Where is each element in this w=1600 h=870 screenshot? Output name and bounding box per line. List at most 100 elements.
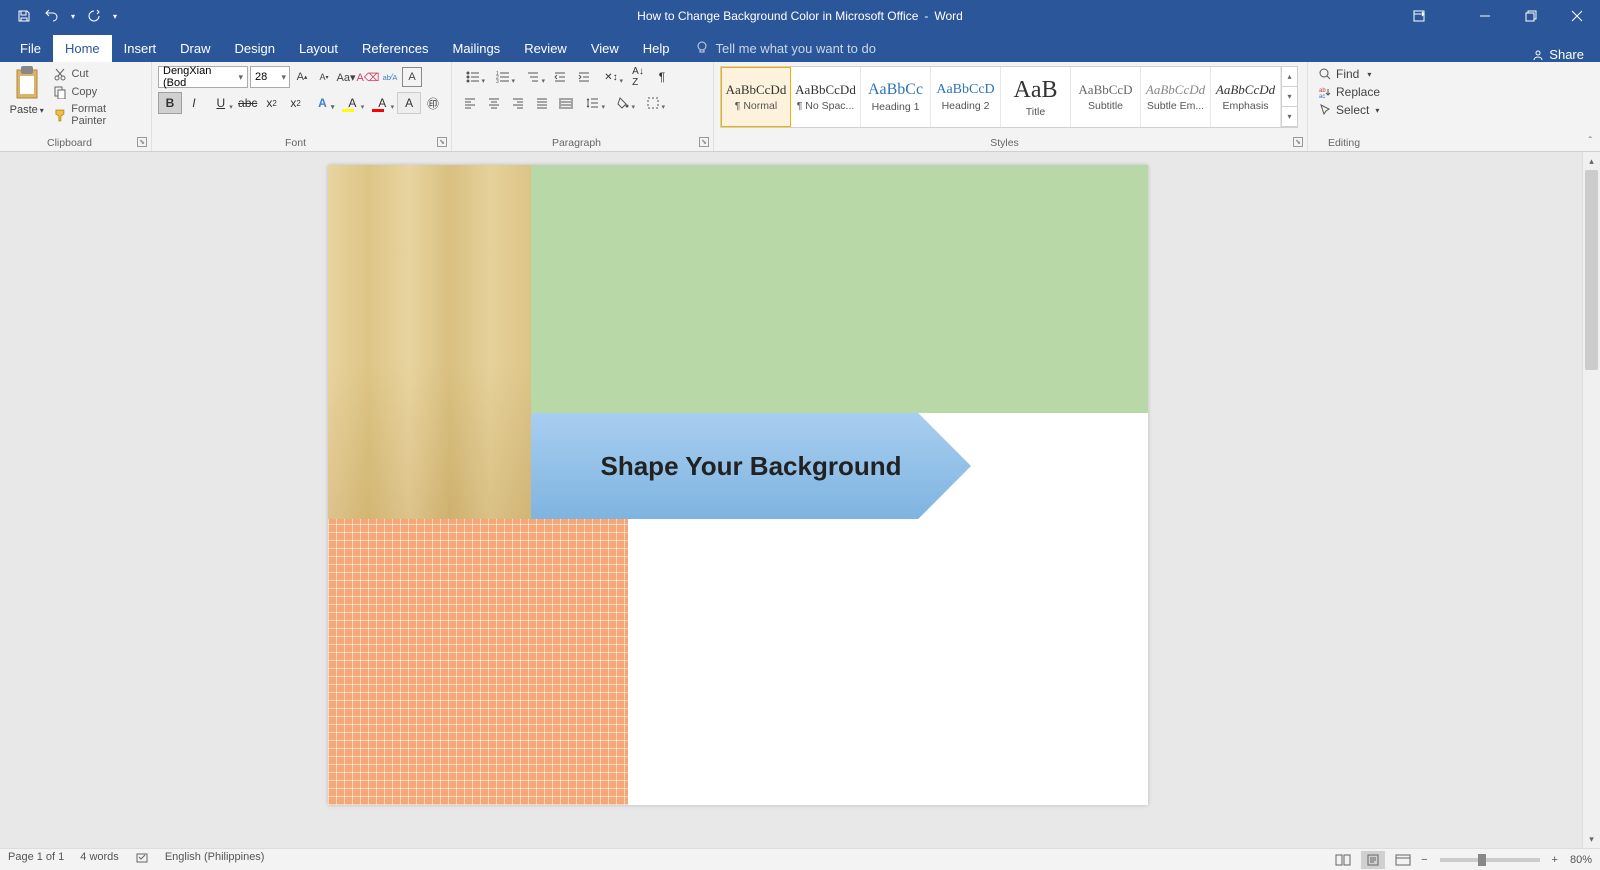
format-painter-button[interactable]: Format Painter — [51, 102, 145, 128]
word-count[interactable]: 4 words — [80, 851, 119, 868]
underline-button[interactable]: U — [206, 92, 236, 114]
tab-view[interactable]: View — [579, 35, 631, 62]
style-heading2[interactable]: AaBbCcDHeading 2 — [931, 67, 1001, 127]
clear-formatting-button[interactable]: A⌫ — [358, 67, 378, 87]
justify-icon — [535, 96, 549, 110]
web-layout-button[interactable] — [1391, 851, 1415, 869]
paragraph-dialog-launcher[interactable]: ⬊ — [699, 137, 709, 147]
tab-file[interactable]: File — [8, 35, 53, 62]
styles-scroll-up[interactable]: ▴ — [1282, 67, 1297, 87]
zoom-in-button[interactable]: + — [1552, 854, 1558, 866]
proofing-icon[interactable] — [135, 851, 149, 868]
qat-customize[interactable]: ▾ — [110, 4, 120, 28]
italic-button[interactable]: I — [182, 92, 206, 114]
redo-button[interactable] — [82, 4, 106, 28]
zoom-out-button[interactable]: − — [1421, 854, 1427, 866]
align-center-button[interactable] — [482, 92, 506, 114]
zoom-slider[interactable] — [1440, 858, 1540, 862]
font-dialog-launcher[interactable]: ⬊ — [437, 137, 447, 147]
vertical-scrollbar[interactable]: ▴ ▾ — [1582, 152, 1600, 848]
borders-button[interactable] — [638, 92, 668, 114]
align-right-button[interactable] — [506, 92, 530, 114]
tab-design[interactable]: Design — [223, 35, 287, 62]
cut-button[interactable]: Cut — [51, 66, 145, 82]
select-button[interactable]: Select▾ — [1314, 102, 1384, 118]
numbering-button[interactable]: 123 — [488, 66, 518, 88]
copy-button[interactable]: Copy — [51, 84, 145, 100]
enclose-characters-button[interactable]: ㊞ — [421, 92, 445, 114]
highlight-button[interactable]: A — [337, 92, 367, 114]
sort-button[interactable]: A↓Z — [626, 66, 650, 88]
tab-insert[interactable]: Insert — [112, 35, 169, 62]
scroll-thumb[interactable] — [1585, 170, 1598, 370]
asian-layout-button[interactable]: ✕↕ — [596, 66, 626, 88]
font-size-selector[interactable]: 28 — [250, 66, 290, 88]
shrink-font-button[interactable]: A▾ — [314, 67, 334, 87]
line-spacing-button[interactable] — [578, 92, 608, 114]
undo-dropdown[interactable]: ▾ — [68, 4, 78, 28]
print-layout-button[interactable] — [1361, 851, 1385, 869]
phonetic-guide-button[interactable]: ab⁄A — [380, 67, 400, 87]
find-label: Find — [1336, 67, 1359, 81]
bold-button[interactable]: B — [158, 92, 182, 114]
paste-button[interactable]: Paste▾ — [6, 66, 47, 132]
style-heading1[interactable]: AaBbCcHeading 1 — [861, 67, 931, 127]
page-indicator[interactable]: Page 1 of 1 — [8, 851, 64, 868]
language-indicator[interactable]: English (Philippines) — [165, 851, 265, 868]
scroll-up-button[interactable]: ▴ — [1583, 152, 1600, 170]
collapse-ribbon-button[interactable]: ˆ — [1589, 136, 1592, 147]
style-normal[interactable]: AaBbCcDd¶ Normal — [721, 67, 791, 127]
zoom-level[interactable]: 80% — [1570, 854, 1592, 866]
font-name-selector[interactable]: DengXian (Bod — [158, 66, 248, 88]
strikethrough-button[interactable]: abc — [236, 92, 260, 114]
character-border-button[interactable]: A — [402, 67, 422, 87]
tab-mailings[interactable]: Mailings — [441, 35, 513, 62]
maximize-button[interactable] — [1508, 0, 1554, 32]
superscript-button[interactable]: x2 — [284, 92, 308, 114]
distributed-button[interactable] — [554, 92, 578, 114]
find-button[interactable]: Find▾ — [1314, 66, 1384, 82]
tab-review[interactable]: Review — [512, 35, 579, 62]
replace-button[interactable]: abacReplace — [1314, 84, 1384, 100]
align-left-button[interactable] — [458, 92, 482, 114]
increase-indent-button[interactable] — [572, 66, 596, 88]
shading-button[interactable] — [608, 92, 638, 114]
minimize-button[interactable] — [1462, 0, 1508, 32]
change-case-button[interactable]: Aa▾ — [336, 67, 356, 87]
style-subtle-emphasis[interactable]: AaBbCcDdSubtle Em... — [1141, 67, 1211, 127]
save-button[interactable] — [12, 4, 36, 28]
tab-layout[interactable]: Layout — [287, 35, 350, 62]
undo-button[interactable] — [40, 4, 64, 28]
tell-me-search[interactable]: Tell me what you want to do — [682, 34, 888, 62]
tab-references[interactable]: References — [350, 35, 440, 62]
tab-draw[interactable]: Draw — [168, 35, 222, 62]
scroll-down-button[interactable]: ▾ — [1583, 830, 1600, 848]
text-effects-button[interactable]: A — [308, 92, 338, 114]
font-color-button[interactable]: A — [367, 92, 397, 114]
ribbon-display-options-button[interactable] — [1396, 0, 1442, 32]
subscript-button[interactable]: x2 — [260, 92, 284, 114]
multilevel-list-button[interactable] — [518, 66, 548, 88]
tab-help[interactable]: Help — [631, 35, 682, 62]
read-mode-button[interactable] — [1331, 851, 1355, 869]
styles-expand[interactable]: ▾ — [1282, 107, 1297, 127]
justify-button[interactable] — [530, 92, 554, 114]
styles-dialog-launcher[interactable]: ⬊ — [1293, 137, 1303, 147]
style-emphasis[interactable]: AaBbCcDdEmphasis — [1211, 67, 1281, 127]
character-shading-button[interactable]: A — [397, 92, 421, 114]
grow-font-button[interactable]: A▴ — [292, 67, 312, 87]
tab-home[interactable]: Home — [53, 35, 112, 62]
style-subtitle[interactable]: AaBbCcDSubtitle — [1071, 67, 1141, 127]
style-no-spacing[interactable]: AaBbCcDd¶ No Spac... — [791, 67, 861, 127]
style-title[interactable]: AaBTitle — [1001, 67, 1071, 127]
document-area[interactable]: Shape Your Background — [0, 152, 1582, 848]
share-button[interactable]: Share — [1531, 41, 1584, 62]
close-button[interactable] — [1554, 0, 1600, 32]
styles-scroll-down[interactable]: ▾ — [1282, 87, 1297, 107]
zoom-slider-thumb[interactable] — [1478, 854, 1486, 866]
show-marks-button[interactable]: ¶ — [650, 66, 674, 88]
style-no-spacing-label: ¶ No Spac... — [797, 100, 855, 112]
decrease-indent-button[interactable] — [548, 66, 572, 88]
bullets-button[interactable] — [458, 66, 488, 88]
clipboard-dialog-launcher[interactable]: ⬊ — [137, 137, 147, 147]
